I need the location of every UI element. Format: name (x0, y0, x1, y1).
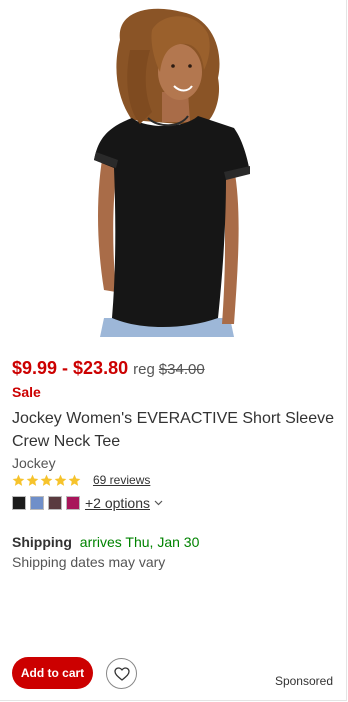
star-icon (54, 474, 67, 486)
star-rating (12, 474, 81, 487)
add-to-cart-button[interactable]: Add to cart (12, 657, 93, 689)
reviews-link[interactable]: 69 reviews (93, 473, 150, 487)
heart-icon (113, 666, 130, 681)
shipping-row: Shipping arrives Thu, Jan 30 (12, 534, 199, 550)
model-photo-illustration (94, 8, 250, 337)
reg-label: reg (133, 361, 155, 378)
star-icon (68, 474, 81, 486)
favorite-button[interactable] (106, 658, 137, 689)
swatch-maroon[interactable] (48, 496, 62, 510)
chevron-down-icon[interactable] (154, 500, 163, 506)
current-price: $9.99 - $23.80 (12, 358, 129, 378)
swatch-blue[interactable] (30, 496, 44, 510)
product-image[interactable] (12, 0, 334, 337)
regular-price: $34.00 (158, 361, 205, 378)
product-card[interactable]: $9.99 - $23.80 reg $34.00 Sale Jockey Wo… (0, 0, 347, 701)
price-row: $9.99 - $23.80 reg $34.00 (12, 358, 205, 379)
swatch-black[interactable] (12, 496, 26, 510)
shipping-label: Shipping (12, 534, 72, 550)
product-title[interactable]: Jockey Women's EVERACTIVE Short Sleeve C… (12, 407, 337, 453)
more-options-link[interactable]: +2 options (85, 495, 150, 511)
star-icon (40, 474, 53, 486)
rating-row: 69 reviews (12, 473, 150, 487)
star-icon (12, 474, 25, 486)
sale-badge: Sale (12, 384, 41, 400)
brand-name[interactable]: Jockey (12, 455, 56, 471)
shipping-arrival: arrives Thu, Jan 30 (79, 534, 200, 550)
swatch-magenta[interactable] (66, 496, 80, 510)
sponsored-label: Sponsored (274, 674, 333, 688)
shipping-note: Shipping dates may vary (12, 554, 166, 570)
color-swatches: +2 options (12, 495, 163, 511)
star-icon (26, 474, 39, 486)
